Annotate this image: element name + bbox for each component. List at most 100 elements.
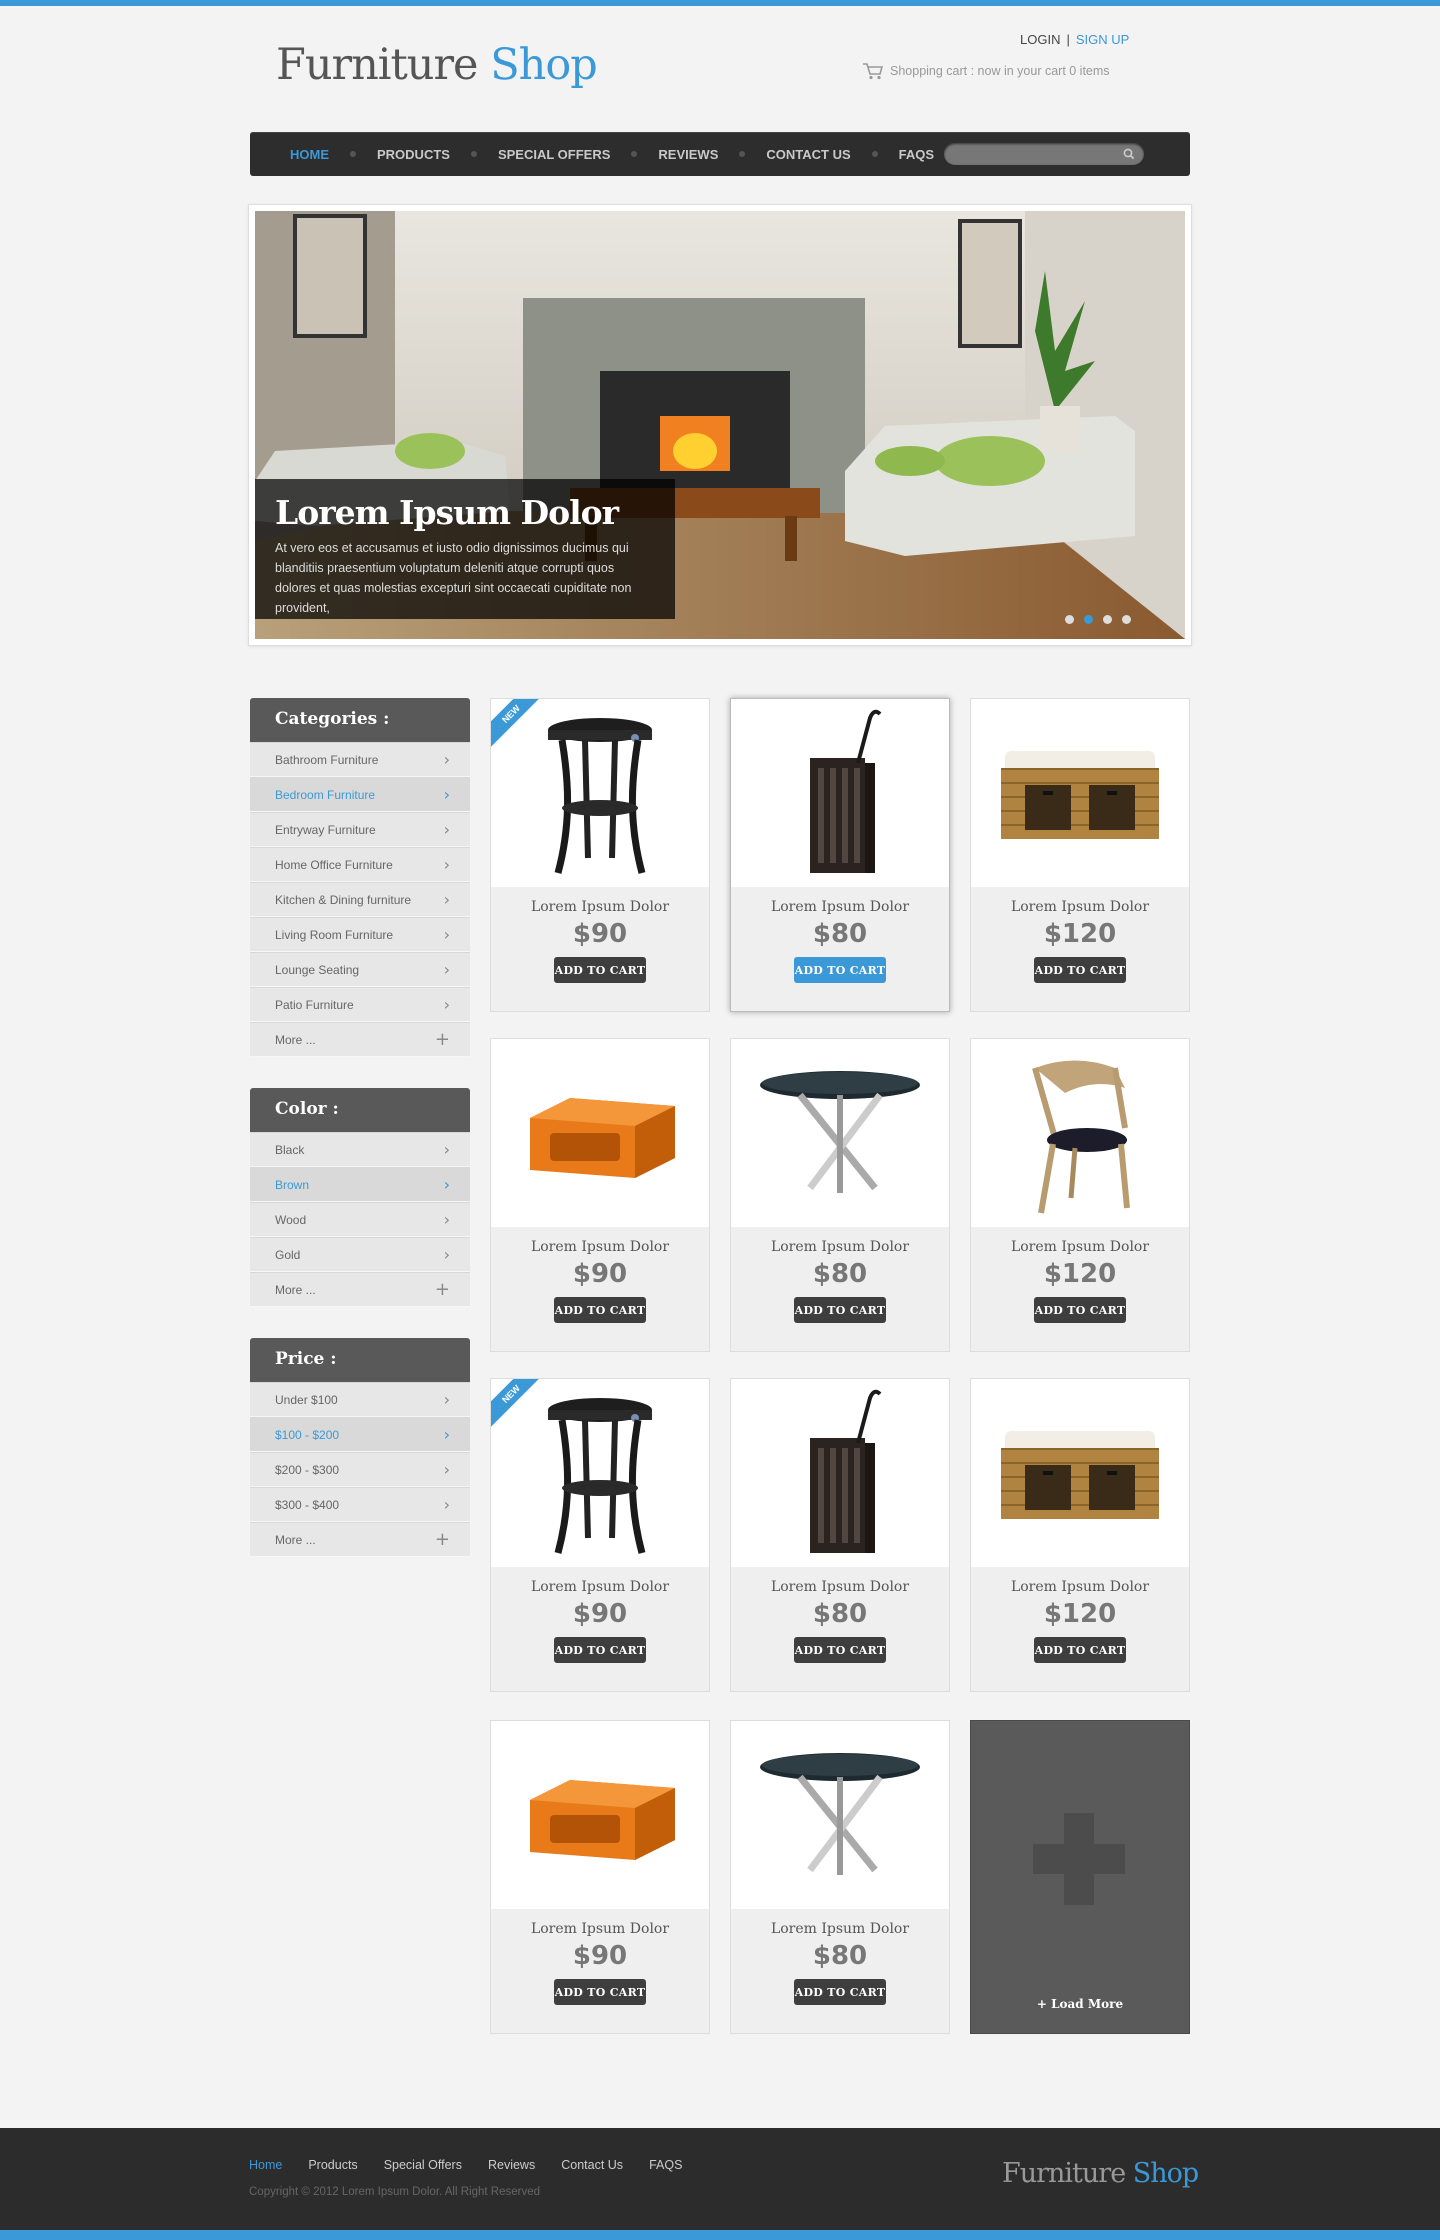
chevron-right-icon: › [443,1460,450,1479]
search-input[interactable] [944,143,1114,165]
slider-dot-4[interactable] [1122,615,1131,624]
product-name[interactable]: Lorem Ipsum Dolor [971,1579,1189,1595]
add-to-cart-button[interactable]: ADD TO CART [1034,957,1126,983]
nav-item-faqs[interactable]: FAQS [899,147,934,162]
nav-item-products[interactable]: PRODUCTS [377,147,450,162]
footer-logo[interactable]: Furniture Shop [1002,2158,1199,2189]
footer-link-special-offers[interactable]: Special Offers [384,2158,462,2172]
product-image[interactable] [731,1721,949,1909]
slider-dot-3[interactable] [1103,615,1112,624]
color-item-black[interactable]: Black › [250,1132,470,1167]
categories-item-bathroom-furniture[interactable]: Bathroom Furniture › [250,742,470,777]
product-card[interactable]: Lorem Ipsum Dolor $120 ADD TO CART [970,1378,1190,1692]
product-price: $120 [1043,919,1117,949]
add-to-cart-button[interactable]: ADD TO CART [794,1297,886,1323]
product-name[interactable]: Lorem Ipsum Dolor [491,899,709,915]
add-to-cart-button[interactable]: ADD TO CART [1034,1637,1126,1663]
footer-link-products[interactable]: Products [308,2158,357,2172]
shopping-cart[interactable]: Shopping cart : now in your cart 0 items [862,62,1110,80]
price-item-100-200[interactable]: $100 - $200 › [250,1417,470,1452]
product-card[interactable]: Lorem Ipsum Dolor $80 ADD TO CART [730,1038,950,1352]
product-image[interactable] [731,1039,949,1227]
product-name[interactable]: Lorem Ipsum Dolor [731,1579,949,1595]
logo-text-part1: Furniture [276,40,479,90]
site-logo[interactable]: Furniture Shop [276,40,598,90]
add-to-cart-button[interactable]: ADD TO CART [554,1979,646,2005]
product-card[interactable]: NEW Lorem Ipsum Dolor $90 ADD TO CART [490,698,710,1012]
footer-link-home[interactable]: Home [249,2158,282,2172]
product-card[interactable]: Lorem Ipsum Dolor $90 ADD TO CART [490,1038,710,1352]
footer-link-faqs[interactable]: FAQS [649,2158,682,2172]
auth-separator: | [1066,32,1070,47]
categories-item-bedroom-furniture[interactable]: Bedroom Furniture › [250,777,470,812]
price-item-300-400[interactable]: $300 - $400 › [250,1487,470,1522]
search-box[interactable] [944,143,1144,165]
product-name[interactable]: Lorem Ipsum Dolor [731,899,949,915]
add-to-cart-button[interactable]: ADD TO CART [554,957,646,983]
categories-item-living-room-furniture[interactable]: Living Room Furniture › [250,917,470,952]
nav-item-home[interactable]: HOME [290,147,329,162]
categories-item-entryway-furniture[interactable]: Entryway Furniture › [250,812,470,847]
product-card[interactable]: NEW Lorem Ipsum Dolor $90 ADD TO CART [490,1378,710,1692]
product-name[interactable]: Lorem Ipsum Dolor [731,1921,949,1937]
color-item-label: Wood [275,1212,307,1227]
chevron-right-icon: › [443,925,450,944]
price-item-under-100[interactable]: Under $100 › [250,1382,470,1417]
add-to-cart-button[interactable]: ADD TO CART [794,957,886,983]
signup-link[interactable]: SIGN UP [1076,32,1129,47]
product-image[interactable]: NEW [491,699,709,887]
product-name[interactable]: Lorem Ipsum Dolor [971,899,1189,915]
footer-link-contact-us[interactable]: Contact Us [561,2158,623,2172]
nav-item-special-offers[interactable]: SPECIAL OFFERS [498,147,610,162]
product-name[interactable]: Lorem Ipsum Dolor [491,1579,709,1595]
slider-dot-2[interactable] [1084,615,1093,624]
categories-item-lounge-seating[interactable]: Lounge Seating › [250,952,470,987]
product-card[interactable]: Lorem Ipsum Dolor $80 ADD TO CART [730,1378,950,1692]
categories-item-label: Kitchen & Dining furniture [275,892,412,907]
login-link[interactable]: LOGIN [1020,32,1060,47]
add-to-cart-button[interactable]: ADD TO CART [794,1637,886,1663]
product-image[interactable] [971,699,1189,887]
nav-item-contact-us[interactable]: CONTACT US [766,147,850,162]
product-image[interactable] [971,1039,1189,1227]
product-name[interactable]: Lorem Ipsum Dolor [731,1239,949,1255]
product-image[interactable]: NEW [491,1379,709,1567]
footer-link-reviews[interactable]: Reviews [488,2158,535,2172]
color-item-wood[interactable]: Wood › [250,1202,470,1237]
add-to-cart-button[interactable]: ADD TO CART [1034,1297,1126,1323]
chevron-right-icon: › [443,1210,450,1229]
product-image[interactable] [491,1721,709,1909]
product-card[interactable]: Lorem Ipsum Dolor $80 ADD TO CART [730,698,950,1012]
price-item-200-300[interactable]: $200 - $300 › [250,1452,470,1487]
nav-item-reviews[interactable]: REVIEWS [658,147,718,162]
product-name[interactable]: Lorem Ipsum Dolor [971,1239,1189,1255]
product-image[interactable] [491,1039,709,1227]
product-image[interactable] [731,1379,949,1567]
categories-item-patio-furniture[interactable]: Patio Furniture › [250,987,470,1022]
product-name[interactable]: Lorem Ipsum Dolor [491,1239,709,1255]
color-item-brown[interactable]: Brown › [250,1167,470,1202]
copyright: Copyright © 2012 Lorem Ipsum Dolor. All … [249,2186,540,2198]
product-card[interactable]: Lorem Ipsum Dolor $120 ADD TO CART [970,1038,1190,1352]
categories-item-label: Bathroom Furniture [275,752,379,767]
product-image[interactable] [971,1379,1189,1567]
product-image[interactable] [731,699,949,887]
price-item-more[interactable]: More ... + [250,1522,470,1557]
chevron-right-icon: › [443,855,450,874]
categories-item-kitchen-dining-furniture[interactable]: Kitchen & Dining furniture › [250,882,470,917]
categories-item-more[interactable]: More ... + [250,1022,470,1057]
product-name[interactable]: Lorem Ipsum Dolor [491,1921,709,1937]
add-to-cart-button[interactable]: ADD TO CART [554,1637,646,1663]
hero-slider[interactable]: Lorem Ipsum Dolor At vero eos et accusam… [248,204,1192,646]
add-to-cart-button[interactable]: ADD TO CART [794,1979,886,2005]
categories-item-home-office-furniture[interactable]: Home Office Furniture › [250,847,470,882]
product-card[interactable]: Lorem Ipsum Dolor $80 ADD TO CART [730,1720,950,2034]
color-item-more[interactable]: More ... + [250,1272,470,1307]
color-item-gold[interactable]: Gold › [250,1237,470,1272]
search-icon[interactable] [1122,147,1136,161]
product-card[interactable]: Lorem Ipsum Dolor $90 ADD TO CART [490,1720,710,2034]
load-more-button[interactable]: + Load More [970,1720,1190,2034]
product-card[interactable]: Lorem Ipsum Dolor $120 ADD TO CART [970,698,1190,1012]
add-to-cart-button[interactable]: ADD TO CART [554,1297,646,1323]
slider-dot-1[interactable] [1065,615,1074,624]
